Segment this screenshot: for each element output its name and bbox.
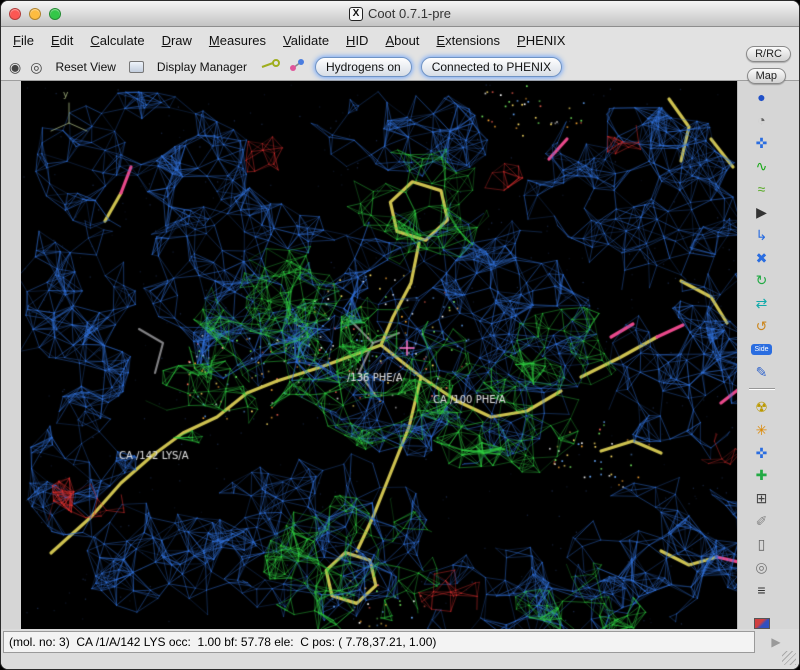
key-icon[interactable]: [260, 59, 280, 74]
toolbar-divider: [749, 388, 775, 390]
pointer-icon[interactable]: ▶: [750, 201, 774, 222]
menu-calculate[interactable]: Calculate: [90, 33, 144, 48]
menu-hid[interactable]: HID: [346, 33, 368, 48]
x11-app-icon: X: [349, 7, 363, 21]
menu-validate[interactable]: Validate: [283, 33, 329, 48]
menu-extensions[interactable]: Extensions: [436, 33, 500, 48]
target-icon[interactable]: ◎: [30, 60, 42, 74]
minimize-button[interactable]: [29, 8, 41, 20]
history-clock-icon[interactable]: ◔: [750, 110, 774, 131]
torsion-general-icon[interactable]: ⇄: [750, 293, 774, 314]
undo-icon[interactable]: ◎: [750, 557, 774, 578]
coot-window: X Coot 0.7.1-pre File Edit Calculate Draw Me…: [0, 0, 800, 670]
sphere-refine-icon[interactable]: ●: [750, 87, 774, 108]
auto-fit-rotamer-icon[interactable]: ↳: [750, 224, 774, 245]
content-area: ●◔✜∿≈▶↳✖↻⇄↺Side✎☢✳✜✚⊞✐▯◎≡: [1, 81, 799, 629]
title-bar[interactable]: X Coot 0.7.1-pre: [1, 1, 799, 27]
expand-button[interactable]: ▶: [755, 631, 797, 653]
menu-file[interactable]: File: [13, 33, 34, 48]
delete-item-icon[interactable]: ▯: [750, 534, 774, 555]
window-title: X Coot 0.7.1-pre: [1, 6, 799, 21]
regularize-zone-icon[interactable]: ≈: [750, 179, 774, 200]
window-title-text: Coot 0.7.1-pre: [368, 6, 451, 21]
status-bar: (mol. no: 3) CA /1/A/142 LYS occ: 1.00 b…: [1, 629, 799, 669]
map-button[interactable]: Map: [747, 68, 786, 84]
translate-zone-icon[interactable]: ✜: [750, 133, 774, 154]
ball-and-stick-icon[interactable]: [289, 58, 306, 75]
menu-measures[interactable]: Measures: [209, 33, 266, 48]
menu-about[interactable]: About: [385, 33, 419, 48]
rotate-translate-icon[interactable]: ↻: [750, 270, 774, 291]
model-refine-toolbar: ●◔✜∿≈▶↳✖↻⇄↺Side✎☢✳✜✚⊞✐▯◎≡: [737, 81, 799, 629]
mutate-icon[interactable]: ☢: [750, 396, 774, 417]
add-terminal-residue-icon[interactable]: ✜: [750, 442, 774, 463]
phenix-connection-button[interactable]: Connected to PHENIX: [421, 57, 562, 77]
side-chain-flip-icon[interactable]: Side: [750, 339, 774, 360]
edit-chi-angles-icon[interactable]: ↺: [750, 316, 774, 337]
pencil-icon[interactable]: ✐: [750, 511, 774, 532]
rrc-button[interactable]: R/RC: [746, 46, 791, 62]
list-icon[interactable]: ≡: [750, 579, 774, 600]
run-refmac-icon[interactable]: [754, 618, 770, 629]
menu-bar: File Edit Calculate Draw Measures Validate HID…: [1, 27, 799, 53]
reset-view-button[interactable]: Reset View: [51, 58, 119, 76]
main-toolbar: ◉ ◎ Reset View Display Manager Hydrogens…: [1, 53, 799, 81]
record-icon[interactable]: ◉: [9, 60, 21, 74]
menu-draw[interactable]: Draw: [162, 33, 192, 48]
resize-grip[interactable]: [782, 651, 796, 665]
left-gutter: [1, 81, 21, 629]
flip-peptide-icon[interactable]: ✖: [750, 247, 774, 268]
menu-phenix[interactable]: PHENIX: [517, 33, 565, 48]
display-manager-button[interactable]: Display Manager: [153, 58, 251, 76]
place-atom-icon[interactable]: ⊞: [750, 488, 774, 509]
hydrogens-toggle-button[interactable]: Hydrogens on: [315, 57, 412, 77]
jed-flip-icon[interactable]: ✎: [750, 362, 774, 383]
display-manager-icon: [129, 61, 144, 73]
zoom-button[interactable]: [49, 8, 61, 20]
real-space-refine-icon[interactable]: ∿: [750, 156, 774, 177]
simple-mutate-icon[interactable]: ✳: [750, 419, 774, 440]
close-button[interactable]: [9, 8, 21, 20]
add-alt-conf-icon[interactable]: ✚: [750, 465, 774, 486]
molecular-viewport[interactable]: [21, 81, 737, 629]
status-text: (mol. no: 3) CA /1/A/142 LYS occ: 1.00 b…: [3, 631, 755, 653]
play-icon: ▶: [771, 635, 780, 649]
menu-edit[interactable]: Edit: [51, 33, 73, 48]
